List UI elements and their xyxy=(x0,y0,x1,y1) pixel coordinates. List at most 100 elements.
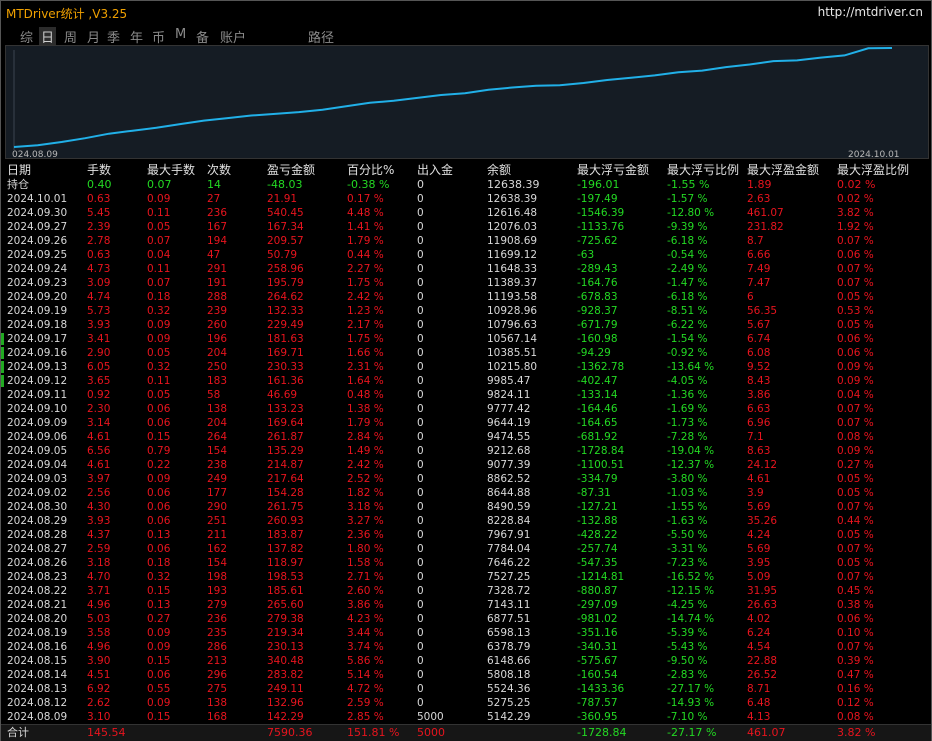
balance-cell: 9824.11 xyxy=(487,389,531,401)
table-row[interactable]: 2024.09.26 2.78 0.07 194 209.57 1.79 % 0 11908.… xyxy=(1,234,931,248)
inout-cell: 0 xyxy=(417,515,424,527)
table-row[interactable]: 2024.08.19 3.58 0.09 235 219.34 3.44 % 0 6598.1… xyxy=(1,626,931,640)
max-float-loss-cell: -1728.84 xyxy=(577,445,625,457)
tab-4[interactable]: 季 xyxy=(105,27,122,46)
max-lots-cell: 0.15 xyxy=(147,585,171,597)
max-lots-cell: 0.05 xyxy=(147,389,171,401)
max-float-loss-pct-cell: -1.57 % xyxy=(667,193,708,205)
max-float-profit-pct-cell: 0.07 % xyxy=(837,403,874,415)
max-float-profit-cell: 4.13 xyxy=(747,711,771,723)
column-header[interactable]: 盈亏金额 xyxy=(267,162,315,178)
table-row[interactable]: 2024.10.01 0.63 0.09 27 21.91 0.17 % 0 12638.39… xyxy=(1,192,931,206)
balance-cell: 6148.66 xyxy=(487,655,531,667)
holding-row[interactable]: 持仓 0.40 0.07 14 -48.03 -0.38 % 0 12638.39 -196.0… xyxy=(1,178,931,192)
row-marker xyxy=(1,333,4,345)
tab-0[interactable]: 综 xyxy=(18,27,35,46)
balance-cell: 10567.14 xyxy=(487,333,538,345)
column-header[interactable]: 手数 xyxy=(87,162,111,178)
tab-3[interactable]: 月 xyxy=(85,27,102,46)
date-cell: 2024.09.27 xyxy=(7,221,68,233)
max-lots-cell: 0.27 xyxy=(147,613,171,625)
column-header[interactable]: 最大浮盈比例 xyxy=(837,162,909,178)
column-header[interactable]: 日期 xyxy=(7,162,31,178)
table-row[interactable]: 2024.09.25 0.63 0.04 47 50.79 0.44 % 0 11699.12… xyxy=(1,248,931,262)
tab-8[interactable]: 备 xyxy=(194,27,211,46)
date-cell: 2024.09.11 xyxy=(7,389,68,401)
max-float-profit-pct-cell: 0.06 % xyxy=(837,613,874,625)
max-float-profit-pct-cell: 0.04 % xyxy=(837,389,874,401)
column-header[interactable]: 次数 xyxy=(207,162,231,178)
column-header[interactable]: 出入金 xyxy=(417,162,453,178)
lots-cell: 0.63 xyxy=(87,193,111,205)
tab-7[interactable]: M xyxy=(173,27,188,42)
table-row[interactable]: 2024.08.13 6.92 0.55 275 249.11 4.72 % 0 5524.3… xyxy=(1,682,931,696)
table-row[interactable]: 2024.08.22 3.71 0.15 193 185.61 2.60 % 0 7328.7… xyxy=(1,584,931,598)
table-row[interactable]: 2024.08.30 4.30 0.06 290 261.75 3.18 % 0 8490.5… xyxy=(1,500,931,514)
table-row[interactable]: 2024.09.27 2.39 0.05 167 167.34 1.41 % 0 12076.… xyxy=(1,220,931,234)
table-row[interactable]: 2024.09.12 3.65 0.11 183 161.36 1.64 % 0 9985.4… xyxy=(1,374,931,388)
max-float-loss-cell: -197.49 xyxy=(577,193,618,205)
lots-cell: 3.18 xyxy=(87,557,111,569)
table-row[interactable]: 2024.08.28 4.37 0.13 211 183.87 2.36 % 0 7967.9… xyxy=(1,528,931,542)
table-row[interactable]: 2024.09.20 4.74 0.18 288 264.62 2.42 % 0 11193.… xyxy=(1,290,931,304)
table-row[interactable]: 2024.08.26 3.18 0.18 154 118.97 1.58 % 0 7646.2… xyxy=(1,556,931,570)
max-float-profit-pct-cell: 0.06 % xyxy=(837,249,874,261)
pnl-cell: 214.87 xyxy=(267,459,304,471)
table-row[interactable]: 2024.09.30 5.45 0.11 236 540.45 4.48 % 0 12616.… xyxy=(1,206,931,220)
tab-5[interactable]: 年 xyxy=(128,27,145,46)
table-row[interactable]: 2024.09.23 3.09 0.07 191 195.79 1.75 % 0 11389.… xyxy=(1,276,931,290)
max-float-loss-cell: -289.43 xyxy=(577,263,618,275)
table-row[interactable]: 2024.09.19 5.73 0.32 239 132.33 1.23 % 0 10928.… xyxy=(1,304,931,318)
table-row[interactable]: 2024.09.18 3.93 0.09 260 229.49 2.17 % 0 10796.… xyxy=(1,318,931,332)
count-cell: 279 xyxy=(207,599,228,611)
pnl-cell: 198.53 xyxy=(267,571,304,583)
table-row[interactable]: 2024.09.02 2.56 0.06 177 154.28 1.82 % 0 8644.8… xyxy=(1,486,931,500)
tab-10[interactable]: 路径 xyxy=(306,27,336,46)
table-row[interactable]: 2024.09.05 6.56 0.79 154 135.29 1.49 % 0 9212.6… xyxy=(1,444,931,458)
date-cell: 2024.09.23 xyxy=(7,277,68,289)
column-header[interactable]: 最大浮亏金额 xyxy=(577,162,649,178)
max-float-loss-pct-cell: -1.55 % xyxy=(667,501,708,513)
table-row[interactable]: 2024.08.21 4.96 0.13 279 265.60 3.86 % 0 7143.1… xyxy=(1,598,931,612)
pct-cell: 2.42 % xyxy=(347,459,384,471)
date-cell: 2024.09.18 xyxy=(7,319,68,331)
table-row[interactable]: 2024.09.17 3.41 0.09 196 181.63 1.75 % 0 10567.… xyxy=(1,332,931,346)
table-row[interactable]: 2024.08.27 2.59 0.06 162 137.82 1.80 % 0 7784.0… xyxy=(1,542,931,556)
tab-6[interactable]: 币 xyxy=(150,27,167,46)
date-cell: 2024.08.16 xyxy=(7,641,68,653)
table-row[interactable]: 2024.09.13 6.05 0.32 250 230.33 2.31 % 0 10215.… xyxy=(1,360,931,374)
table-row[interactable]: 2024.08.09 3.10 0.15 168 142.29 2.85 % 5000 514… xyxy=(1,710,931,724)
count-cell: 167 xyxy=(207,221,228,233)
max-float-loss-pct-cell: -1.63 % xyxy=(667,515,708,527)
table-row[interactable]: 2024.09.03 3.97 0.09 249 217.64 2.52 % 0 8862.5… xyxy=(1,472,931,486)
max-float-loss-pct-cell: -1.47 % xyxy=(667,277,708,289)
column-header[interactable]: 百分比% xyxy=(347,162,394,178)
column-header[interactable]: 最大浮亏比例 xyxy=(667,162,739,178)
table-row[interactable]: 2024.08.23 4.70 0.32 198 198.53 2.71 % 0 7527.2… xyxy=(1,570,931,584)
table-row[interactable]: 2024.09.06 4.61 0.15 264 261.87 2.84 % 0 9474.5… xyxy=(1,430,931,444)
table-row[interactable]: 2024.09.04 4.61 0.22 238 214.87 2.42 % 0 9077.3… xyxy=(1,458,931,472)
pct-cell: 1.66 % xyxy=(347,347,384,359)
tab-2[interactable]: 周 xyxy=(62,27,79,46)
table-row[interactable]: 2024.08.15 3.90 0.15 213 340.48 5.86 % 0 6148.6… xyxy=(1,654,931,668)
column-header[interactable]: 最大浮盈金额 xyxy=(747,162,819,178)
inout-cell: 0 xyxy=(417,431,424,443)
table-row[interactable]: 2024.08.16 4.96 0.09 286 230.13 3.74 % 0 6378.7… xyxy=(1,640,931,654)
tab-9[interactable]: 账户 xyxy=(218,27,248,46)
table-row[interactable]: 2024.08.29 3.93 0.06 251 260.93 3.27 % 0 8228.8… xyxy=(1,514,931,528)
column-header[interactable]: 余额 xyxy=(487,162,511,178)
max-float-loss-pct-cell: -1.73 % xyxy=(667,417,708,429)
website-link[interactable]: http://mtdriver.cn xyxy=(818,5,923,19)
column-header[interactable]: 最大手数 xyxy=(147,162,195,178)
table-row[interactable]: 2024.08.12 2.62 0.09 138 132.96 2.59 % 0 5275.2… xyxy=(1,696,931,710)
table-row[interactable]: 2024.09.16 2.90 0.05 204 169.71 1.66 % 0 10385.… xyxy=(1,346,931,360)
table-row[interactable]: 2024.08.20 5.03 0.27 236 279.38 4.23 % 0 6877.5… xyxy=(1,612,931,626)
table-row[interactable]: 2024.09.09 3.14 0.06 204 169.64 1.79 % 0 9644.1… xyxy=(1,416,931,430)
tab-1[interactable]: 日 xyxy=(39,27,57,46)
table-row[interactable]: 2024.09.11 0.92 0.05 58 46.69 0.48 % 0 9824.11 -… xyxy=(1,388,931,402)
table-row[interactable]: 2024.09.24 4.73 0.11 291 258.96 2.27 % 0 11648.… xyxy=(1,262,931,276)
pnl-cell: 161.36 xyxy=(267,375,304,387)
table-row[interactable]: 2024.09.10 2.30 0.06 138 133.23 1.38 % 0 9777.4… xyxy=(1,402,931,416)
date-cell: 2024.08.22 xyxy=(7,585,68,597)
table-row[interactable]: 2024.08.14 4.51 0.06 296 283.82 5.14 % 0 5808.1… xyxy=(1,668,931,682)
